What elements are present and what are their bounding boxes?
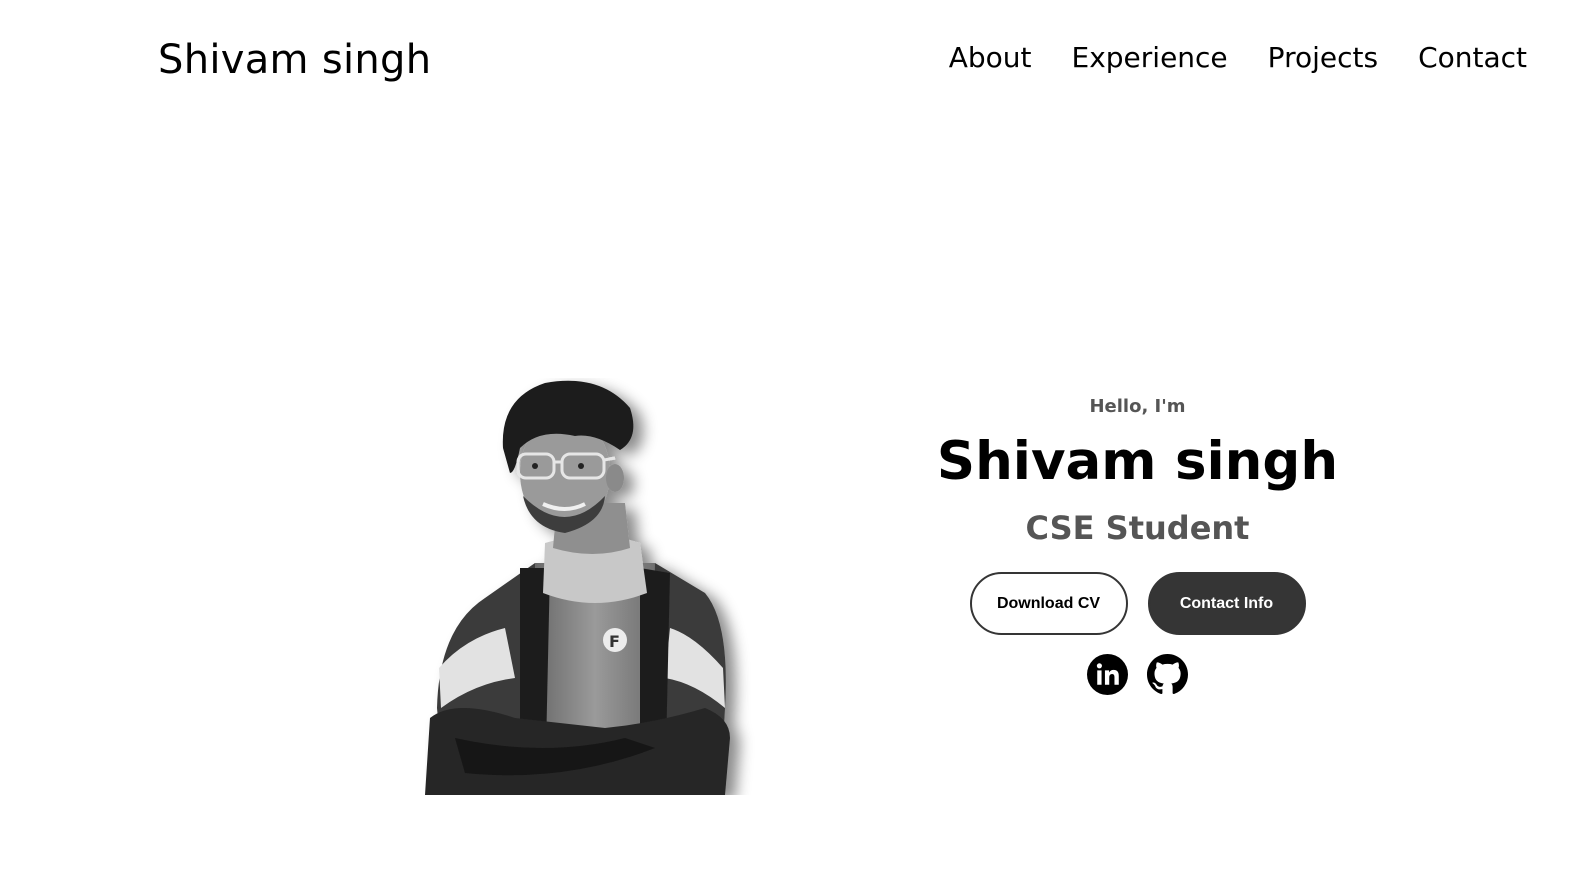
download-cv-button[interactable]: Download CV [969,572,1128,635]
linkedin-icon[interactable] [1087,654,1128,695]
nav-item-contact: Contact [1418,41,1527,74]
nav-item-about: About [949,41,1032,74]
profile-picture: F [425,378,765,795]
github-icon[interactable] [1147,654,1188,695]
nav-link-projects[interactable]: Projects [1268,41,1378,74]
profile-photo-illustration: F [425,380,730,795]
nav-links: About Experience Projects Contact [949,41,1527,74]
nav-link-experience[interactable]: Experience [1072,41,1228,74]
nav-item-projects: Projects [1268,41,1378,74]
svg-text:F: F [609,632,620,651]
greeting-text: Hello, I'm [1089,396,1186,417]
top-nav: Shivam singh About Experience Projects C… [0,0,1593,125]
hero-name: Shivam singh [936,431,1339,492]
hero-text: Hello, I'm Shivam singh CSE Student Down… [900,392,1375,695]
nav-link-about[interactable]: About [949,41,1032,74]
hero-buttons: Download CV Contact Info [900,572,1375,635]
hero-role: CSE Student [1025,509,1250,547]
logo[interactable]: Shivam singh [158,37,431,83]
social-links [900,654,1375,695]
nav-link-contact[interactable]: Contact [1418,41,1527,74]
contact-info-button[interactable]: Contact Info [1147,572,1306,635]
nav-item-experience: Experience [1072,41,1228,74]
